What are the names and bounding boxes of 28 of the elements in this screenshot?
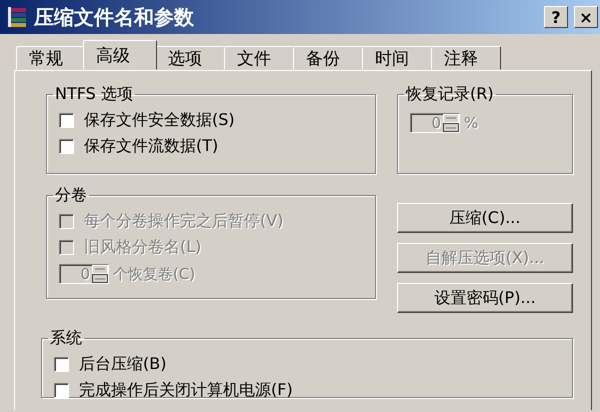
checkbox[interactable] (59, 138, 74, 154)
tab[interactable]: 时间 (362, 46, 432, 70)
checkbox[interactable] (54, 356, 69, 372)
checkbox[interactable] (54, 382, 69, 398)
group-title: 系统 (49, 328, 83, 349)
checkbox-label: 旧风格分卷名(L) (84, 236, 202, 258)
group-title: NTFS 选项 (54, 84, 134, 105)
spinner-label: 个恢复卷(C) (113, 264, 196, 284)
dialog-button[interactable]: 设置密码(P)... (397, 283, 573, 313)
tab[interactable]: 备份 (293, 46, 363, 70)
window-title: 压缩文件名和参数 (34, 4, 195, 30)
dialog-button[interactable]: 压缩(C)... (397, 203, 573, 233)
tab[interactable]: 文件 (224, 46, 294, 70)
checkbox-label: 保存文件流数据(T) (84, 136, 218, 156)
group-title: 恢复记录(R) (404, 84, 495, 105)
group-title: 分卷 (54, 185, 88, 206)
checkbox-label: 后台压缩(B) (79, 354, 166, 374)
books-stack-icon (8, 6, 28, 28)
checkbox-label: 每个分卷操作完之后暂停(V) (84, 210, 284, 232)
checkbox[interactable] (59, 112, 74, 128)
spinner-label: % (464, 114, 478, 132)
tab[interactable]: 常规 (16, 46, 86, 70)
tab[interactable]: 注释 (431, 46, 501, 70)
close-button[interactable]: × (574, 6, 598, 28)
checkbox-label: 完成操作后关闭计算机电源(F) (79, 380, 293, 400)
checkbox-label: 保存文件安全数据(S) (84, 110, 235, 130)
tab[interactable]: 高级 (83, 40, 157, 70)
help-button[interactable]: ? (544, 6, 568, 28)
